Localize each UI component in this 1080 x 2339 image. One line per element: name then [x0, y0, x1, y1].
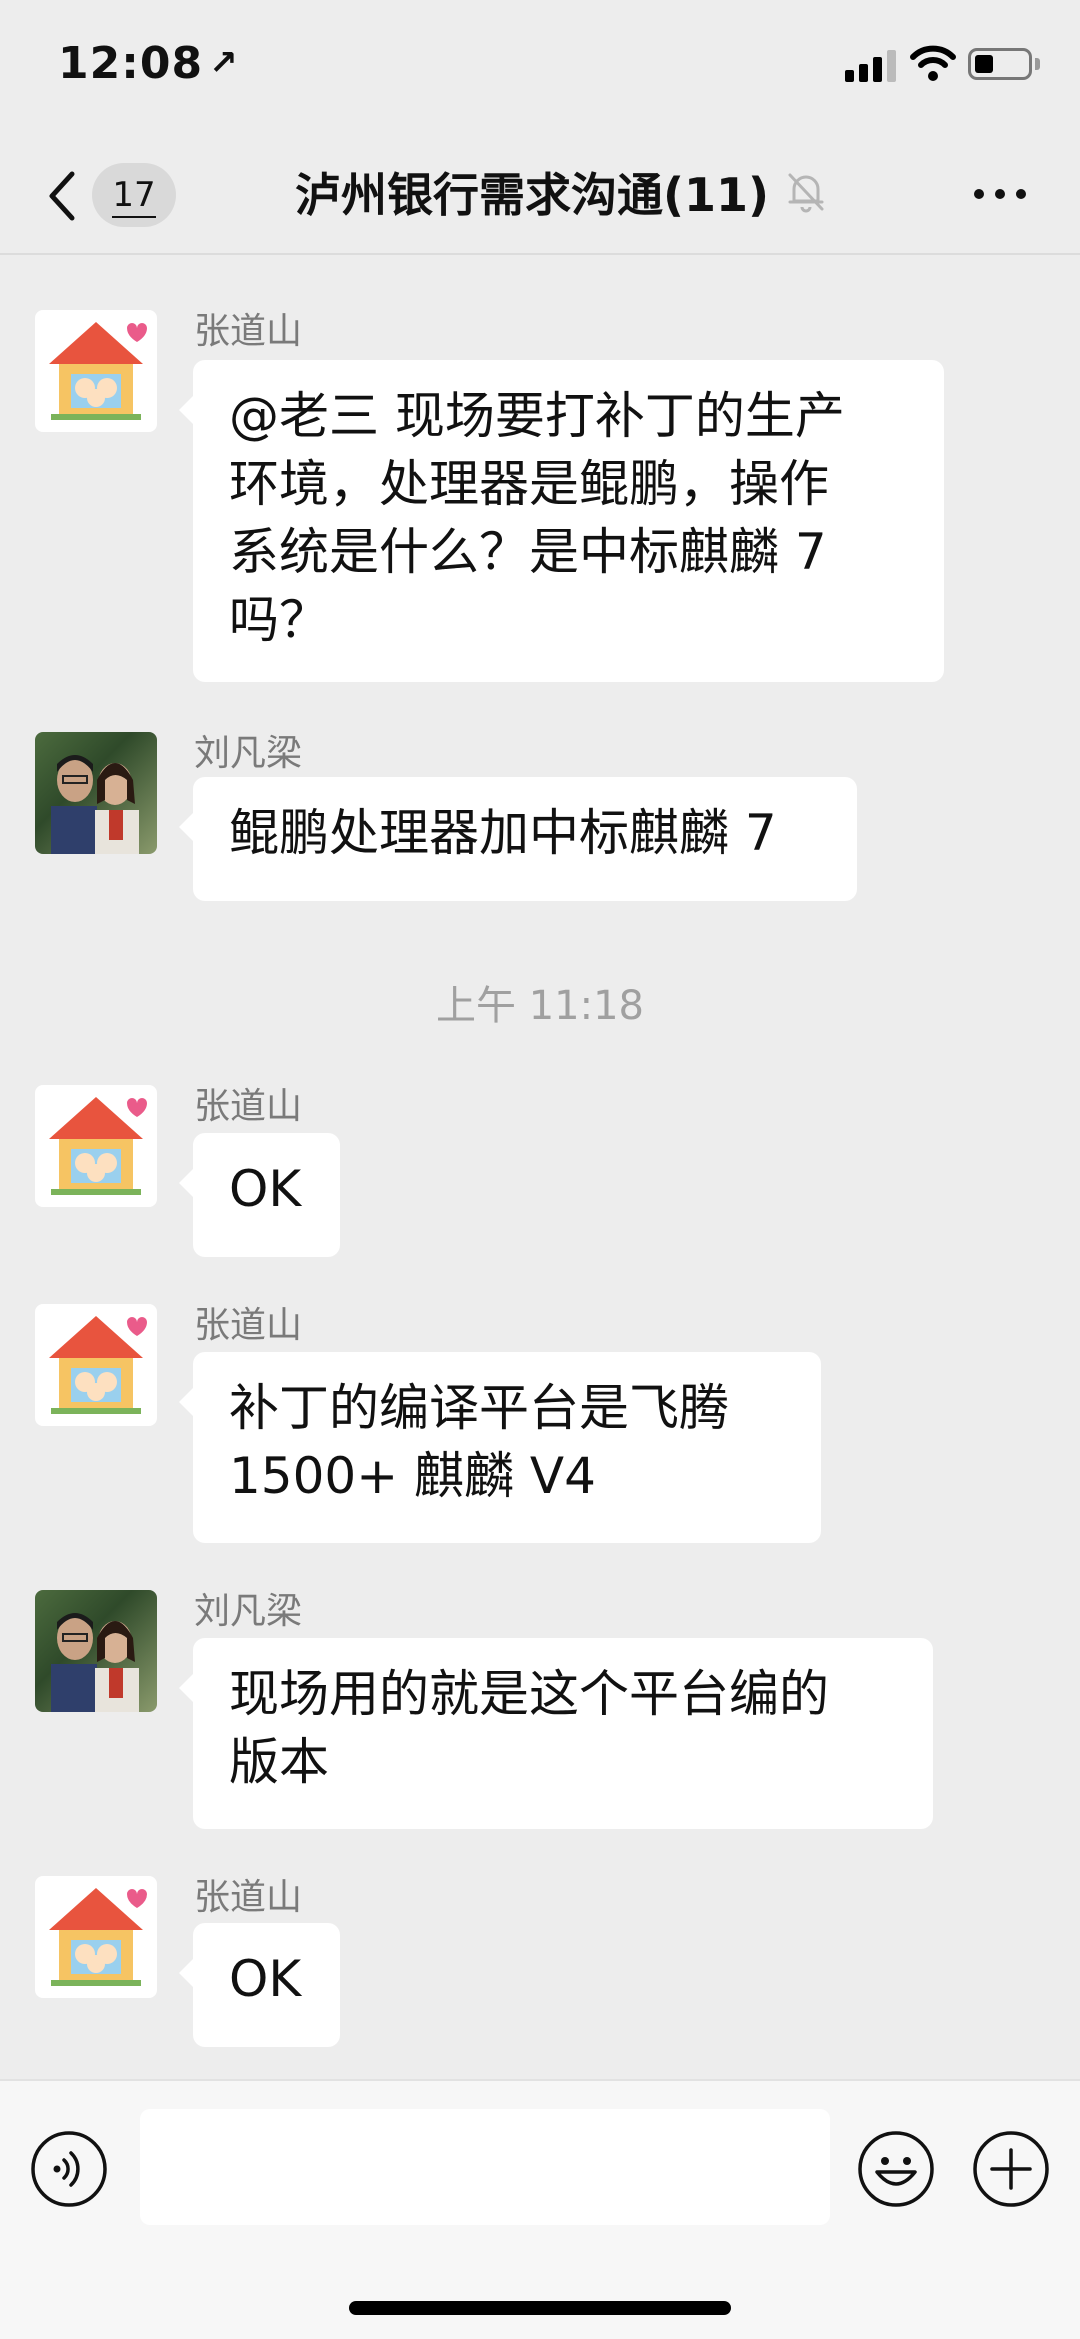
sender-name: 张道山: [194, 1086, 303, 1127]
avatar[interactable]: [35, 732, 157, 854]
sender-name: 张道山: [194, 1877, 303, 1918]
more-horizontal-icon[interactable]: [970, 183, 1030, 203]
house-cartoon-avatar-icon: [49, 1888, 147, 1986]
sender-name: 张道山: [194, 1305, 303, 1346]
battery-cap: [1035, 58, 1040, 70]
bell-muted-icon: [788, 173, 824, 213]
couple-photo-avatar-icon: [51, 1613, 139, 1712]
message-input[interactable]: [140, 2109, 830, 2225]
avatar[interactable]: [35, 1590, 157, 1712]
sender-name: 刘凡梁: [194, 733, 303, 774]
message-bubble[interactable]: 补丁的编译平台是飞腾 1500+ 麒麟 V4: [179, 1352, 821, 1543]
unread-count-badge[interactable]: 17: [92, 163, 176, 227]
message-bubble[interactable]: 鲲鹏处理器加中标麒麟 7: [179, 777, 857, 901]
house-cartoon-avatar-icon: [49, 1097, 147, 1195]
cellular-signal-icon: [845, 48, 897, 82]
couple-photo-avatar-icon: [51, 755, 139, 854]
sender-name: 刘凡梁: [194, 1591, 303, 1632]
house-cartoon-avatar-icon: [49, 322, 147, 420]
unread-count: 17: [112, 175, 156, 218]
message-bubble[interactable]: 现场用的就是这个平台编的 版本: [179, 1638, 933, 1829]
message-bubble[interactable]: @老三 现场要打补丁的生产 环境，处理器是鲲鹏，操作 系统是什么？是中标麒麟 7…: [179, 360, 944, 682]
emoji-icon[interactable]: [857, 2130, 935, 2208]
plus-circle-icon[interactable]: [972, 2130, 1050, 2208]
house-cartoon-avatar-icon: [49, 1316, 147, 1414]
message-bubble[interactable]: OK: [179, 1133, 340, 1257]
status-bar: 12:08 ↗: [0, 0, 1080, 135]
wifi-icon: [910, 45, 956, 81]
sender-name: 张道山: [194, 311, 303, 352]
chat-header: 17 泸州银行需求沟通(11): [0, 135, 1080, 255]
avatar[interactable]: [35, 1085, 157, 1207]
voice-icon[interactable]: [30, 2130, 108, 2208]
location-arrow-icon: ↗: [209, 43, 239, 83]
status-time-text: 12:08: [58, 38, 204, 89]
battery-icon: [968, 48, 1032, 80]
avatar[interactable]: [35, 1304, 157, 1426]
avatar[interactable]: [35, 1876, 157, 1998]
home-indicator: [349, 2301, 731, 2315]
status-time: 12:08 ↗: [58, 38, 239, 89]
message-bubble[interactable]: OK: [179, 1923, 340, 2047]
input-bar: [0, 2079, 1080, 2339]
chat-title: 泸州银行需求沟通(11): [295, 168, 770, 222]
chevron-left-icon[interactable]: [44, 168, 80, 224]
avatar[interactable]: [35, 310, 157, 432]
time-divider: 上午 11:18: [436, 983, 644, 1029]
